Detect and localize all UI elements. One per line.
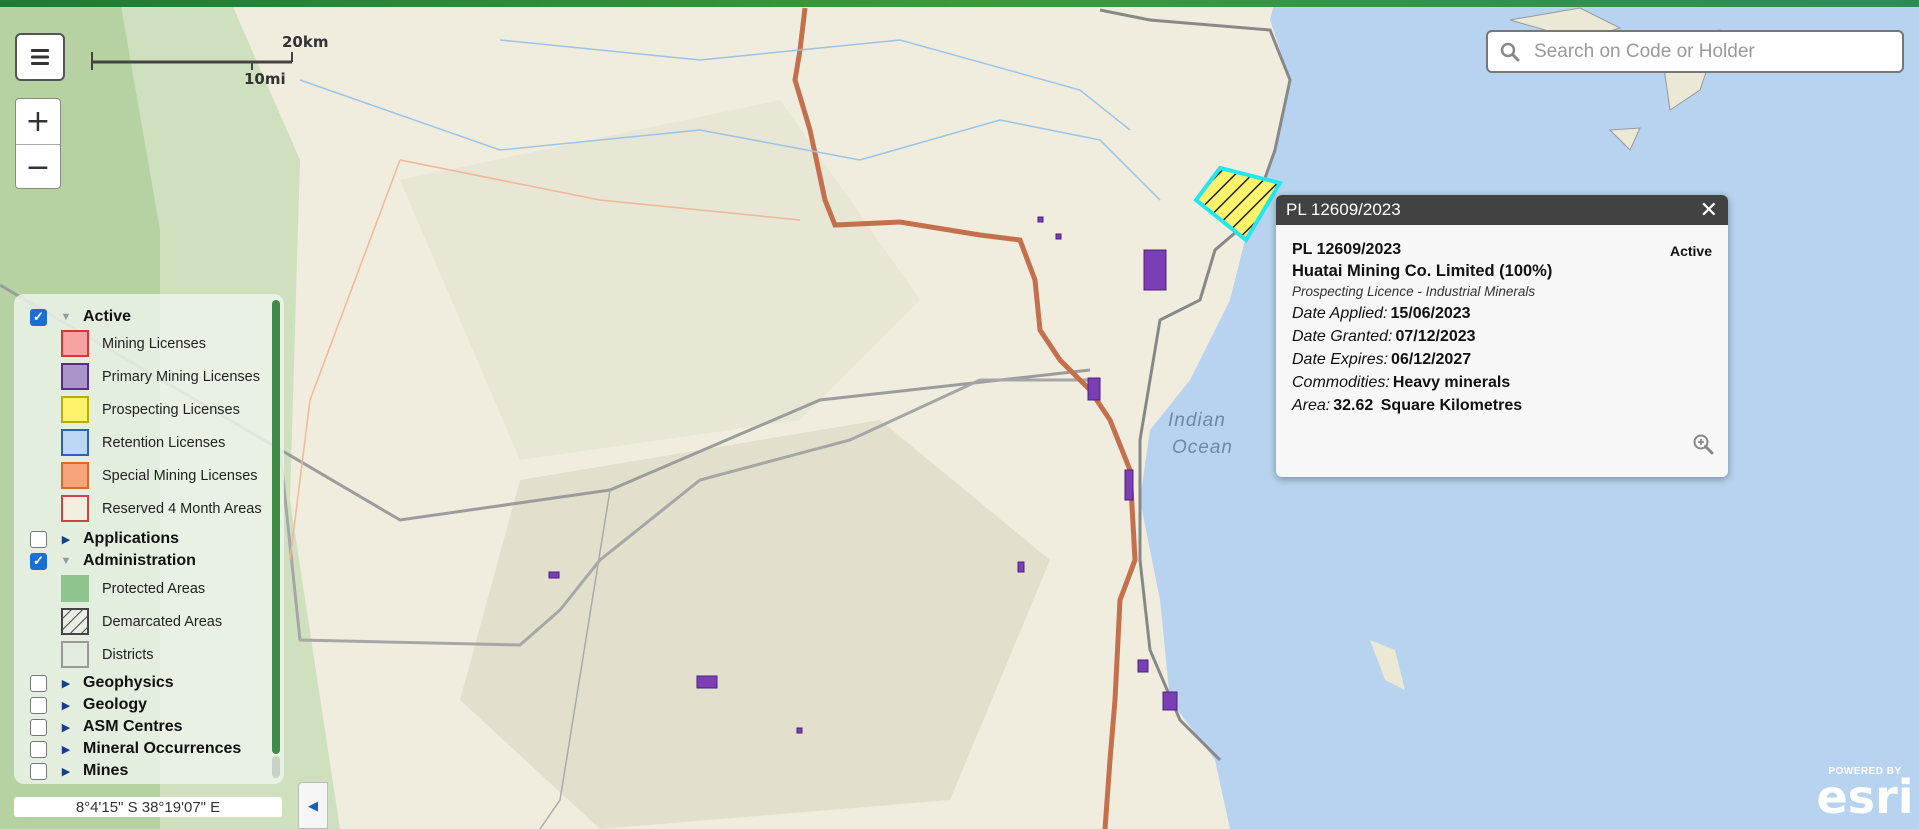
collapse-panel-button[interactable]: ◀: [298, 782, 328, 829]
layer-group-label: Geology: [83, 696, 148, 713]
layer-legend-panel: ✓ ▼ Active Mining Licenses Primary Minin…: [14, 294, 284, 784]
expanded-arrow-icon[interactable]: ▼: [57, 555, 75, 567]
layer-checkbox-administration[interactable]: ✓: [30, 552, 47, 570]
layer-group-geophysics[interactable]: ▶ Geophysics: [14, 674, 174, 692]
legend-item-label: Special Mining Licenses: [102, 468, 258, 484]
layer-checkbox-active[interactable]: ✓: [30, 308, 47, 326]
protected-areas-swatch: [61, 575, 89, 602]
layer-group-asm-centres[interactable]: ▶ ASM Centres: [14, 718, 183, 736]
layer-group-active[interactable]: ✓ ▼ Active: [14, 308, 131, 326]
layer-group-mineral-occurrences[interactable]: ▶ Mineral Occurrences: [14, 740, 241, 758]
search-icon: [1500, 42, 1520, 61]
triangle-left-icon: ◀: [308, 797, 318, 813]
collapsed-arrow-icon[interactable]: ▶: [57, 533, 75, 546]
date-applied-field: Date Applied: 15/06/2023: [1292, 305, 1471, 322]
layer-group-label: Mines: [83, 762, 129, 779]
collapsed-arrow-icon[interactable]: ▶: [57, 677, 75, 690]
scale-bar: 20km 10mi: [90, 33, 328, 88]
legend-item-label: Demarcated Areas: [102, 614, 223, 630]
zoom-out-button[interactable]: −: [16, 144, 60, 190]
legend-item-label: Primary Mining Licenses: [102, 369, 260, 385]
date-granted-field: Date Granted: 07/12/2023: [1292, 328, 1476, 345]
area-field: Area: 32.62 Square Kilometres: [1292, 397, 1523, 414]
layer-group-label: Geophysics: [83, 674, 174, 691]
commodities-field: Commodities: Heavy minerals: [1292, 374, 1511, 391]
menu-button[interactable]: [15, 33, 65, 81]
collapsed-arrow-icon[interactable]: ▶: [57, 743, 75, 756]
layer-checkbox-geology[interactable]: [30, 696, 47, 714]
search-input[interactable]: [1532, 39, 1876, 64]
districts-swatch: [61, 641, 89, 668]
layer-group-label: Active: [83, 308, 132, 325]
map-view[interactable]: Indian Ocean 20km 10mi + − Search on Cod…: [0, 0, 1919, 829]
legend-item-label: Reserved 4 Month Areas: [102, 501, 262, 517]
ocean-label: Ocean: [1172, 437, 1233, 458]
zoom-in-button[interactable]: +: [16, 99, 60, 144]
special-mining-licenses-swatch: [61, 462, 89, 489]
collapsed-arrow-icon[interactable]: ▶: [57, 699, 75, 712]
layer-checkbox-mines[interactable]: [30, 762, 47, 780]
legend-item-label: Mining Licenses: [102, 336, 206, 352]
ocean-label: Indian: [1168, 410, 1226, 431]
hamburger-icon: [31, 49, 49, 65]
legend-item-label: Districts: [102, 647, 154, 663]
collapsed-arrow-icon[interactable]: ▶: [57, 765, 75, 778]
retention-licenses-swatch: [61, 429, 89, 456]
reserved-areas-swatch: [61, 495, 89, 522]
close-icon[interactable]: ✕: [1700, 198, 1718, 223]
layer-group-applications[interactable]: ▶ Applications: [14, 530, 179, 548]
layer-group-geology[interactable]: ▶ Geology: [14, 696, 147, 714]
layer-checkbox-geophysics[interactable]: [30, 674, 47, 692]
legend-scrollbar-track[interactable]: [272, 756, 280, 778]
primary-mining-licenses-swatch: [61, 363, 89, 390]
prospecting-licenses-swatch: [61, 396, 89, 423]
feature-popup: PL 12609/2023 ✕ PL 12609/2023 Active Hua…: [1276, 195, 1728, 477]
layer-group-label: Mineral Occurrences: [83, 740, 242, 757]
legend-scrollbar-thumb[interactable]: [272, 300, 280, 754]
layer-checkbox-asm-centres[interactable]: [30, 718, 47, 736]
esri-logo: POWERED BY esri: [1816, 766, 1914, 824]
popup-title: PL 12609/2023: [1286, 200, 1401, 219]
popup-header: PL 12609/2023 ✕: [1276, 195, 1728, 225]
demarcated-areas-swatch: [61, 608, 89, 635]
top-accent-bar: [0, 0, 1919, 7]
date-expires-field: Date Expires: 06/12/2027: [1292, 351, 1472, 368]
layer-group-label: ASM Centres: [83, 718, 183, 735]
status-badge: Active: [1669, 243, 1712, 259]
layer-checkbox-mineral-occurrences[interactable]: [30, 740, 47, 758]
coordinate-readout: 8°4'15" S 38°19'07" E: [14, 797, 282, 817]
scale-mi-label: 10mi: [244, 70, 286, 88]
layer-group-label: Applications: [83, 530, 180, 547]
license-code: PL 12609/2023: [1292, 241, 1402, 258]
expanded-arrow-icon[interactable]: ▼: [57, 311, 75, 323]
license-holder: Huatai Mining Co. Limited (100%): [1292, 262, 1553, 280]
layer-group-administration[interactable]: ✓ ▼ Administration: [14, 552, 196, 570]
zoom-controls: + −: [15, 98, 61, 189]
legend-item-label: Retention Licenses: [102, 435, 226, 451]
zoom-to-icon[interactable]: [1692, 433, 1714, 455]
layer-group-mines[interactable]: ▶ Mines: [14, 762, 128, 780]
search-box[interactable]: [1486, 30, 1904, 73]
layer-group-label: Administration: [83, 552, 196, 569]
legend-item-label: Prospecting Licenses: [102, 402, 240, 418]
scale-km-label: 20km: [282, 33, 329, 51]
collapsed-arrow-icon[interactable]: ▶: [57, 721, 75, 734]
layer-checkbox-applications[interactable]: [30, 530, 47, 548]
mining-licenses-swatch: [61, 330, 89, 357]
legend-item-label: Protected Areas: [102, 581, 206, 597]
license-type: Prospecting Licence - Industrial Mineral…: [1292, 284, 1536, 299]
